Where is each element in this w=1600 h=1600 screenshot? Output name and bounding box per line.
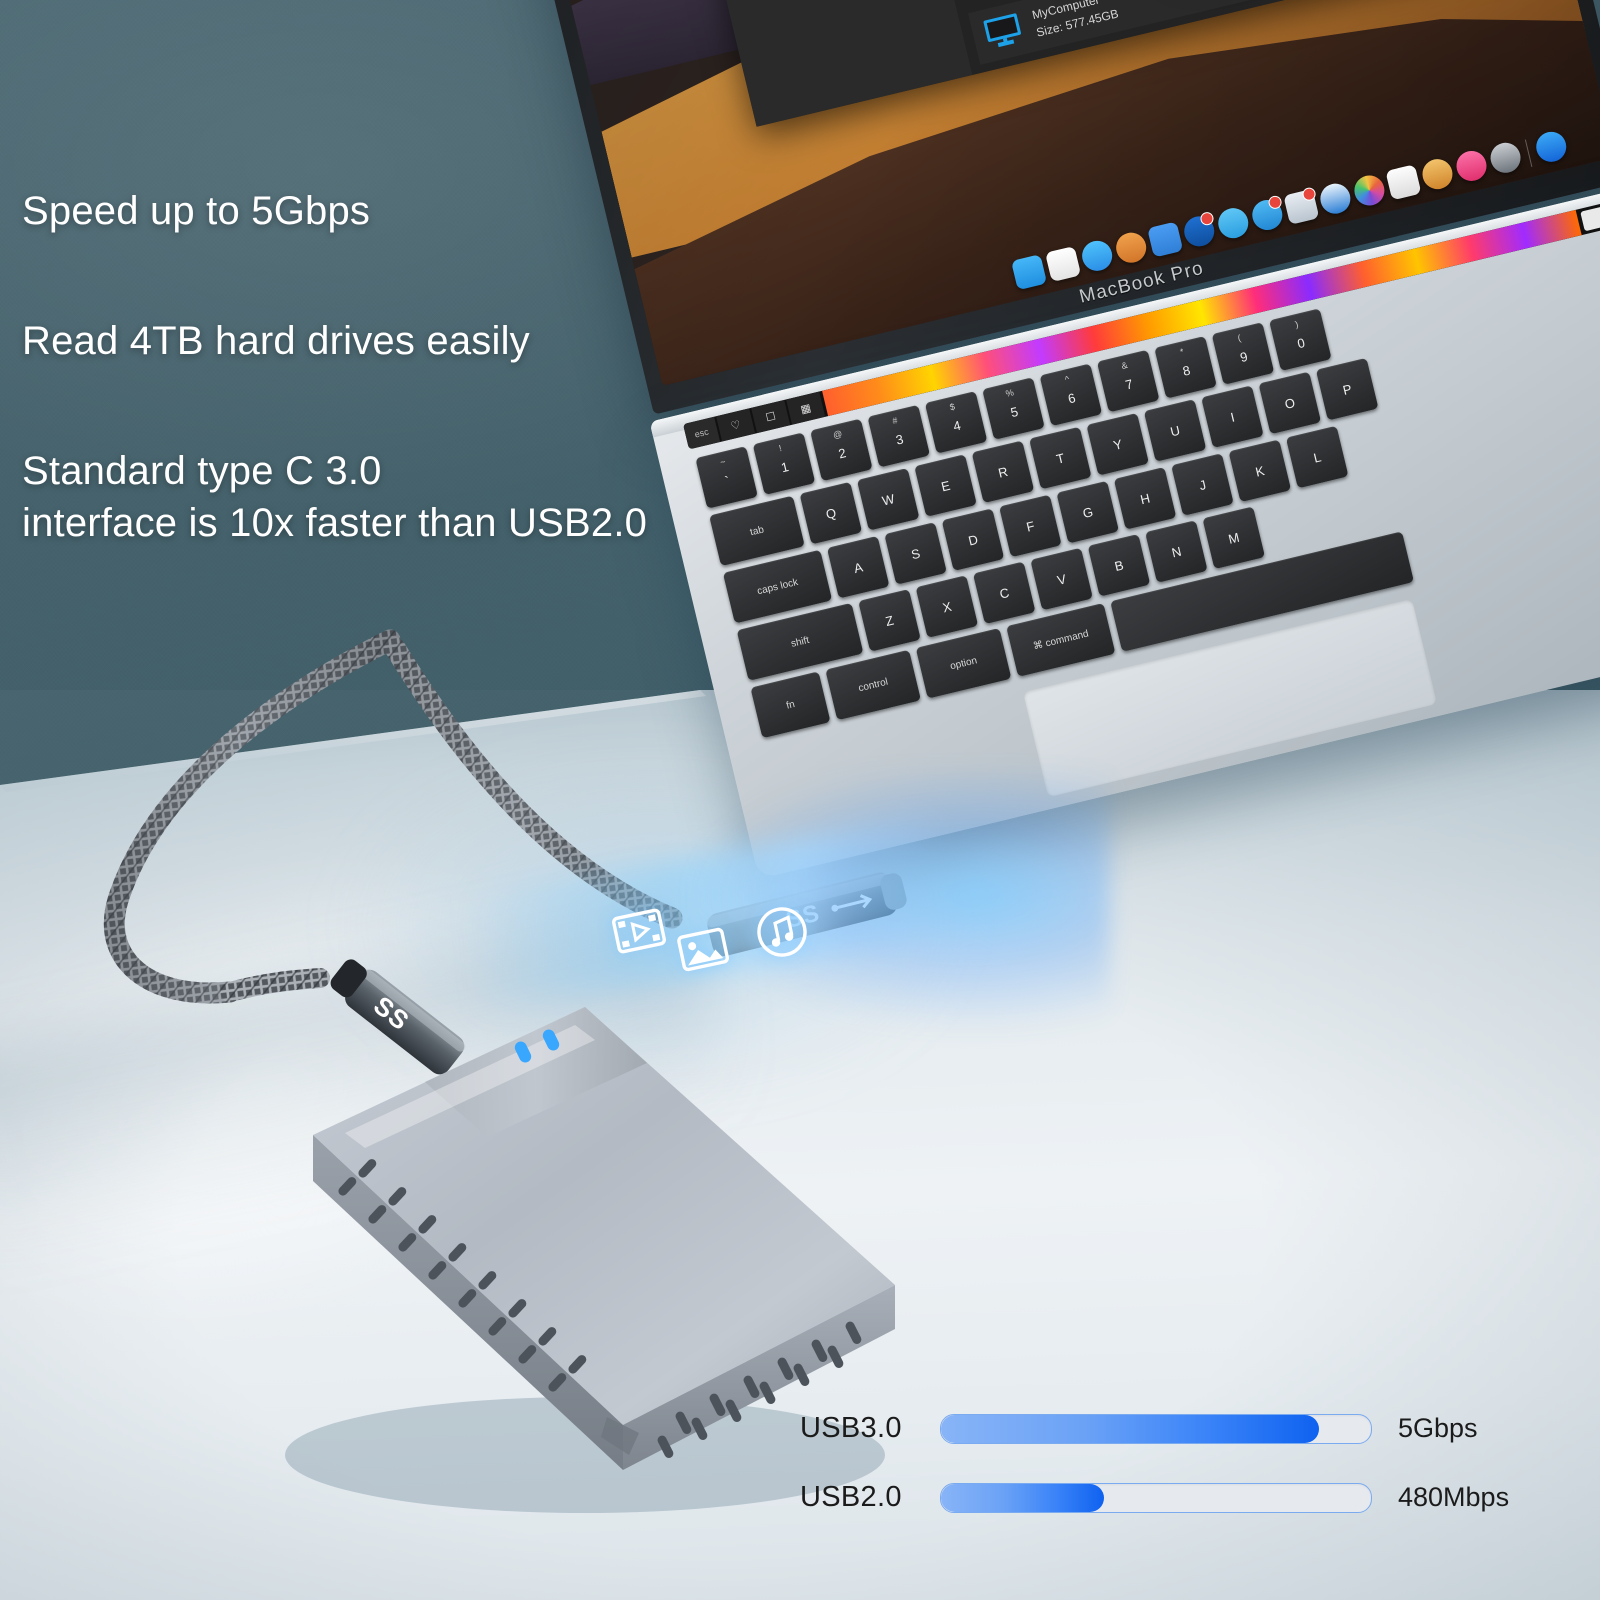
key-l[interactable]: L: [1285, 425, 1349, 489]
key-s[interactable]: S: [884, 522, 947, 585]
speed-track-usb20: [940, 1482, 1372, 1513]
key-k[interactable]: K: [1228, 439, 1292, 503]
speed-fill-usb30: [941, 1414, 1320, 1443]
key-9[interactable]: (9: [1211, 322, 1275, 385]
key-0[interactable]: ) 0: [1268, 308, 1332, 372]
key-2[interactable]: @2: [810, 418, 873, 482]
key-8[interactable]: * 8: [1154, 335, 1217, 399]
speed-track-usb30: [940, 1413, 1372, 1444]
speed-label-usb30: USB3.0: [800, 1412, 902, 1444]
marketing-line-2: Read 4TB hard drives easily: [22, 319, 530, 363]
key-7[interactable]: & 7: [1096, 349, 1160, 413]
key-4[interactable]: $4: [924, 391, 988, 454]
product-marketing-image: Speed up to 5Gbps Read 4TB hard drives e…: [0, 0, 1600, 1600]
cable-strand-right: [384, 637, 683, 929]
key-w[interactable]: W: [856, 468, 920, 531]
key-m[interactable]: M: [1202, 506, 1266, 570]
key-n[interactable]: N: [1145, 520, 1208, 583]
music-file-icon: [750, 900, 814, 969]
key-y[interactable]: Y: [1086, 412, 1150, 476]
key-t[interactable]: T: [1028, 426, 1092, 490]
touchbar-cursor[interactable]: [1580, 205, 1600, 232]
speed-row-usb20: USB2.0 480Mbps: [800, 1481, 1509, 1514]
key-3[interactable]: #3: [867, 404, 931, 468]
computer-icon: [983, 13, 1022, 48]
speed-row-usb30: USB3.0 5Gbps: [800, 1412, 1500, 1445]
speed-value-usb30: 5Gbps: [1398, 1413, 1478, 1443]
key-i[interactable]: I: [1201, 385, 1264, 449]
dock-separator: [1524, 139, 1533, 168]
marketing-line-1: Speed up to 5Gbps: [22, 189, 371, 233]
badge-icon: [1198, 211, 1215, 227]
badge-icon: [1267, 194, 1283, 211]
speed-fill-usb20: [941, 1483, 1105, 1512]
badge-icon: [1301, 186, 1317, 203]
marketing-line-3a: Standard type C 3.0: [22, 449, 382, 493]
speed-comparison-chart: USB3.0 5Gbps USB2.0 480Mbps: [800, 1412, 1509, 1550]
key-j[interactable]: J: [1171, 453, 1234, 516]
key-p[interactable]: P: [1315, 357, 1379, 421]
key-o[interactable]: O: [1258, 371, 1322, 435]
key-g[interactable]: G: [1056, 480, 1120, 544]
marketing-line-3: Standard type C 3.0 interface is 10x fas…: [22, 445, 782, 549]
speed-value-usb20: 480Mbps: [1398, 1482, 1510, 1512]
key-r[interactable]: R: [971, 440, 1035, 504]
key-d[interactable]: D: [941, 508, 1005, 572]
marketing-copy: Speed up to 5Gbps Read 4TB hard drives e…: [22, 185, 782, 549]
key-h[interactable]: H: [1113, 467, 1177, 530]
key-e[interactable]: E: [914, 454, 977, 517]
key-a[interactable]: A: [826, 535, 890, 599]
speed-label-usb20: USB2.0: [800, 1481, 902, 1513]
video-file-icon: [608, 900, 670, 967]
key-v[interactable]: V: [1030, 547, 1093, 611]
key-b[interactable]: B: [1087, 533, 1151, 597]
photo-file-icon: [672, 918, 734, 985]
key-5[interactable]: % 5: [982, 377, 1045, 440]
marketing-line-3b: interface is 10x faster than USB2.0: [22, 501, 648, 545]
key-u[interactable]: U: [1143, 399, 1207, 462]
key-f[interactable]: F: [998, 494, 1062, 558]
key-6[interactable]: ^ 6: [1039, 363, 1103, 427]
key-q[interactable]: Q: [799, 481, 863, 545]
